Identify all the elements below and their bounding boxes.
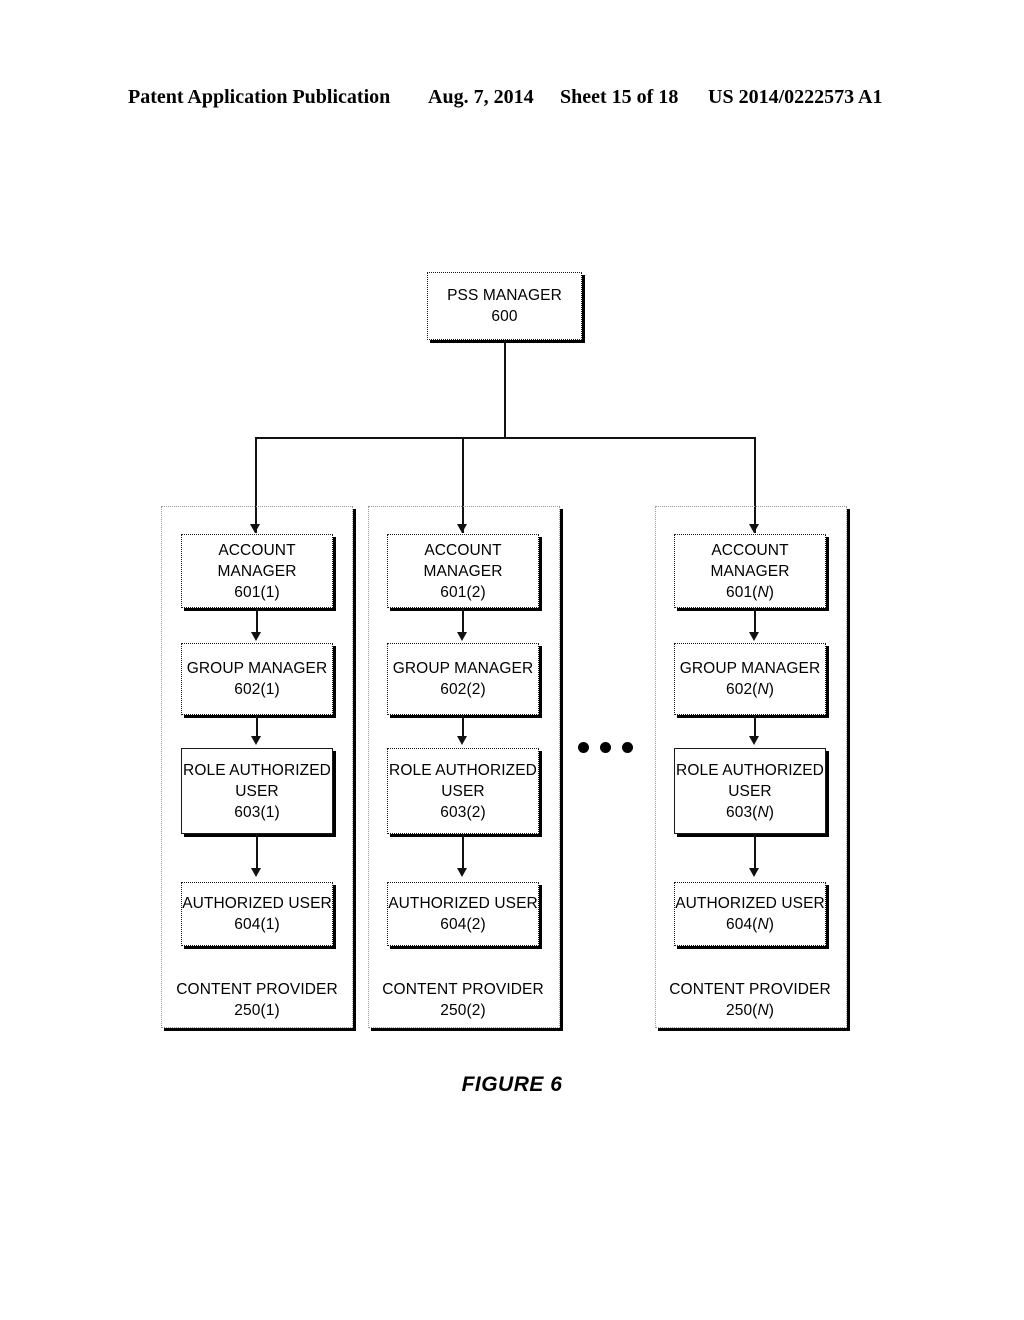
connector-rau-au-1 [256,834,258,872]
node-account-manager-2-line1: ACCOUNT [424,541,502,559]
node-account-manager-2: ACCOUNT MANAGER 601(2) [387,534,539,608]
node-content-provider-2-line1: CONTENT PROVIDER [382,981,544,998]
node-account-manager-2-line2: MANAGER [423,562,503,580]
node-role-authorized-user-2: ROLE AUTHORIZED USER 603(2) [387,748,539,834]
arrowhead-am-gm-n [749,632,759,641]
node-content-provider-n: CONTENT PROVIDER 250(N) [663,976,837,1024]
node-role-authorized-user-n-ref: 603(N) [726,803,774,821]
connector-root-trunk [504,340,506,439]
connector-root-bus [255,437,755,439]
node-account-manager-n-line1: ACCOUNT [711,541,789,559]
node-role-authorized-user-1-ref: 603(1) [234,803,280,821]
node-authorized-user-2-ref: 604(2) [440,916,486,933]
arrowhead-gm-rau-2 [457,736,467,745]
ellipsis-dot [622,742,633,753]
figure-caption: FIGURE 6 [461,1073,563,1096]
node-authorized-user-2: AUTHORIZED USER 604(2) [387,882,539,946]
arrowhead-gm-rau-n [749,736,759,745]
node-content-provider-2-ref: 250(2) [440,1002,486,1019]
node-group-manager-1: GROUP MANAGER 602(1) [181,643,333,715]
node-account-manager-1: ACCOUNT MANAGER 601(1) [181,534,333,608]
node-group-manager-2-ref: 602(2) [440,681,486,698]
node-authorized-user-1: AUTHORIZED USER 604(1) [181,882,333,946]
node-role-authorized-user-n-line1: ROLE AUTHORIZED [676,761,824,779]
node-authorized-user-2-line1: AUTHORIZED USER [388,895,538,912]
node-content-provider-1: CONTENT PROVIDER 250(1) [170,976,344,1024]
node-content-provider-2: CONTENT PROVIDER 250(2) [376,976,550,1024]
connector-am-gm-n [754,608,756,635]
node-group-manager-n: GROUP MANAGER 602(N) [674,643,826,715]
connector-am-gm-2 [462,608,464,635]
ellipsis-dot [578,742,589,753]
connector-rau-au-n [754,834,756,872]
node-role-authorized-user-1-line2: USER [235,782,279,800]
arrowhead-rau-au-n [749,868,759,877]
arrowhead-am-gm-1 [251,632,261,641]
node-authorized-user-n-line1: AUTHORIZED USER [675,895,825,912]
node-role-authorized-user-n: ROLE AUTHORIZED USER 603(N) [674,748,826,834]
node-content-provider-1-ref: 250(1) [234,1002,280,1019]
arrowhead-rau-au-1 [251,868,261,877]
node-group-manager-1-ref: 602(1) [234,681,280,698]
node-role-authorized-user-1: ROLE AUTHORIZED USER 603(1) [181,748,333,834]
node-pss-manager-ref: 600 [491,308,518,325]
node-group-manager-2: GROUP MANAGER 602(2) [387,643,539,715]
node-authorized-user-1-line1: AUTHORIZED USER [182,895,332,912]
node-role-authorized-user-2-line1: ROLE AUTHORIZED [389,761,537,779]
node-role-authorized-user-n-line2: USER [728,782,772,800]
node-role-authorized-user-1-line1: ROLE AUTHORIZED [183,761,331,779]
ellipsis-indicator [578,742,633,753]
node-pss-manager-title: PSS MANAGER [447,287,562,304]
node-account-manager-n-line2: MANAGER [710,562,790,580]
arrowhead-gm-rau-1 [251,736,261,745]
node-pss-manager: PSS MANAGER 600 [427,272,582,340]
node-account-manager-n: ACCOUNT MANAGER 601(N) [674,534,826,608]
node-role-authorized-user-2-ref: 603(2) [440,803,486,821]
node-group-manager-1-line1: GROUP MANAGER [186,660,328,677]
figure-6-diagram: PSS MANAGER 600 ACCOUNT MANAGER 601(1) G… [0,0,1024,1320]
node-authorized-user-1-ref: 604(1) [234,916,280,933]
node-content-provider-1-line1: CONTENT PROVIDER [176,981,338,998]
arrowhead-rau-au-2 [457,868,467,877]
node-authorized-user-n: AUTHORIZED USER 604(N) [674,882,826,946]
connector-am-gm-1 [256,608,258,635]
node-group-manager-n-ref: 602(N) [726,681,774,698]
node-role-authorized-user-2-line2: USER [441,782,485,800]
node-account-manager-1-ref: 601(1) [234,583,280,601]
connector-rau-au-2 [462,834,464,872]
node-account-manager-n-ref: 601(N) [726,583,774,601]
node-account-manager-2-ref: 601(2) [440,583,486,601]
ellipsis-dot [600,742,611,753]
node-account-manager-1-line2: MANAGER [217,562,297,580]
node-group-manager-n-line1: GROUP MANAGER [679,660,821,677]
arrowhead-am-gm-2 [457,632,467,641]
node-group-manager-2-line1: GROUP MANAGER [392,660,534,677]
node-content-provider-n-ref: 250(N) [726,1002,774,1019]
node-content-provider-n-line1: CONTENT PROVIDER [669,981,831,998]
node-authorized-user-n-ref: 604(N) [726,916,774,933]
node-account-manager-1-line1: ACCOUNT [218,541,296,559]
